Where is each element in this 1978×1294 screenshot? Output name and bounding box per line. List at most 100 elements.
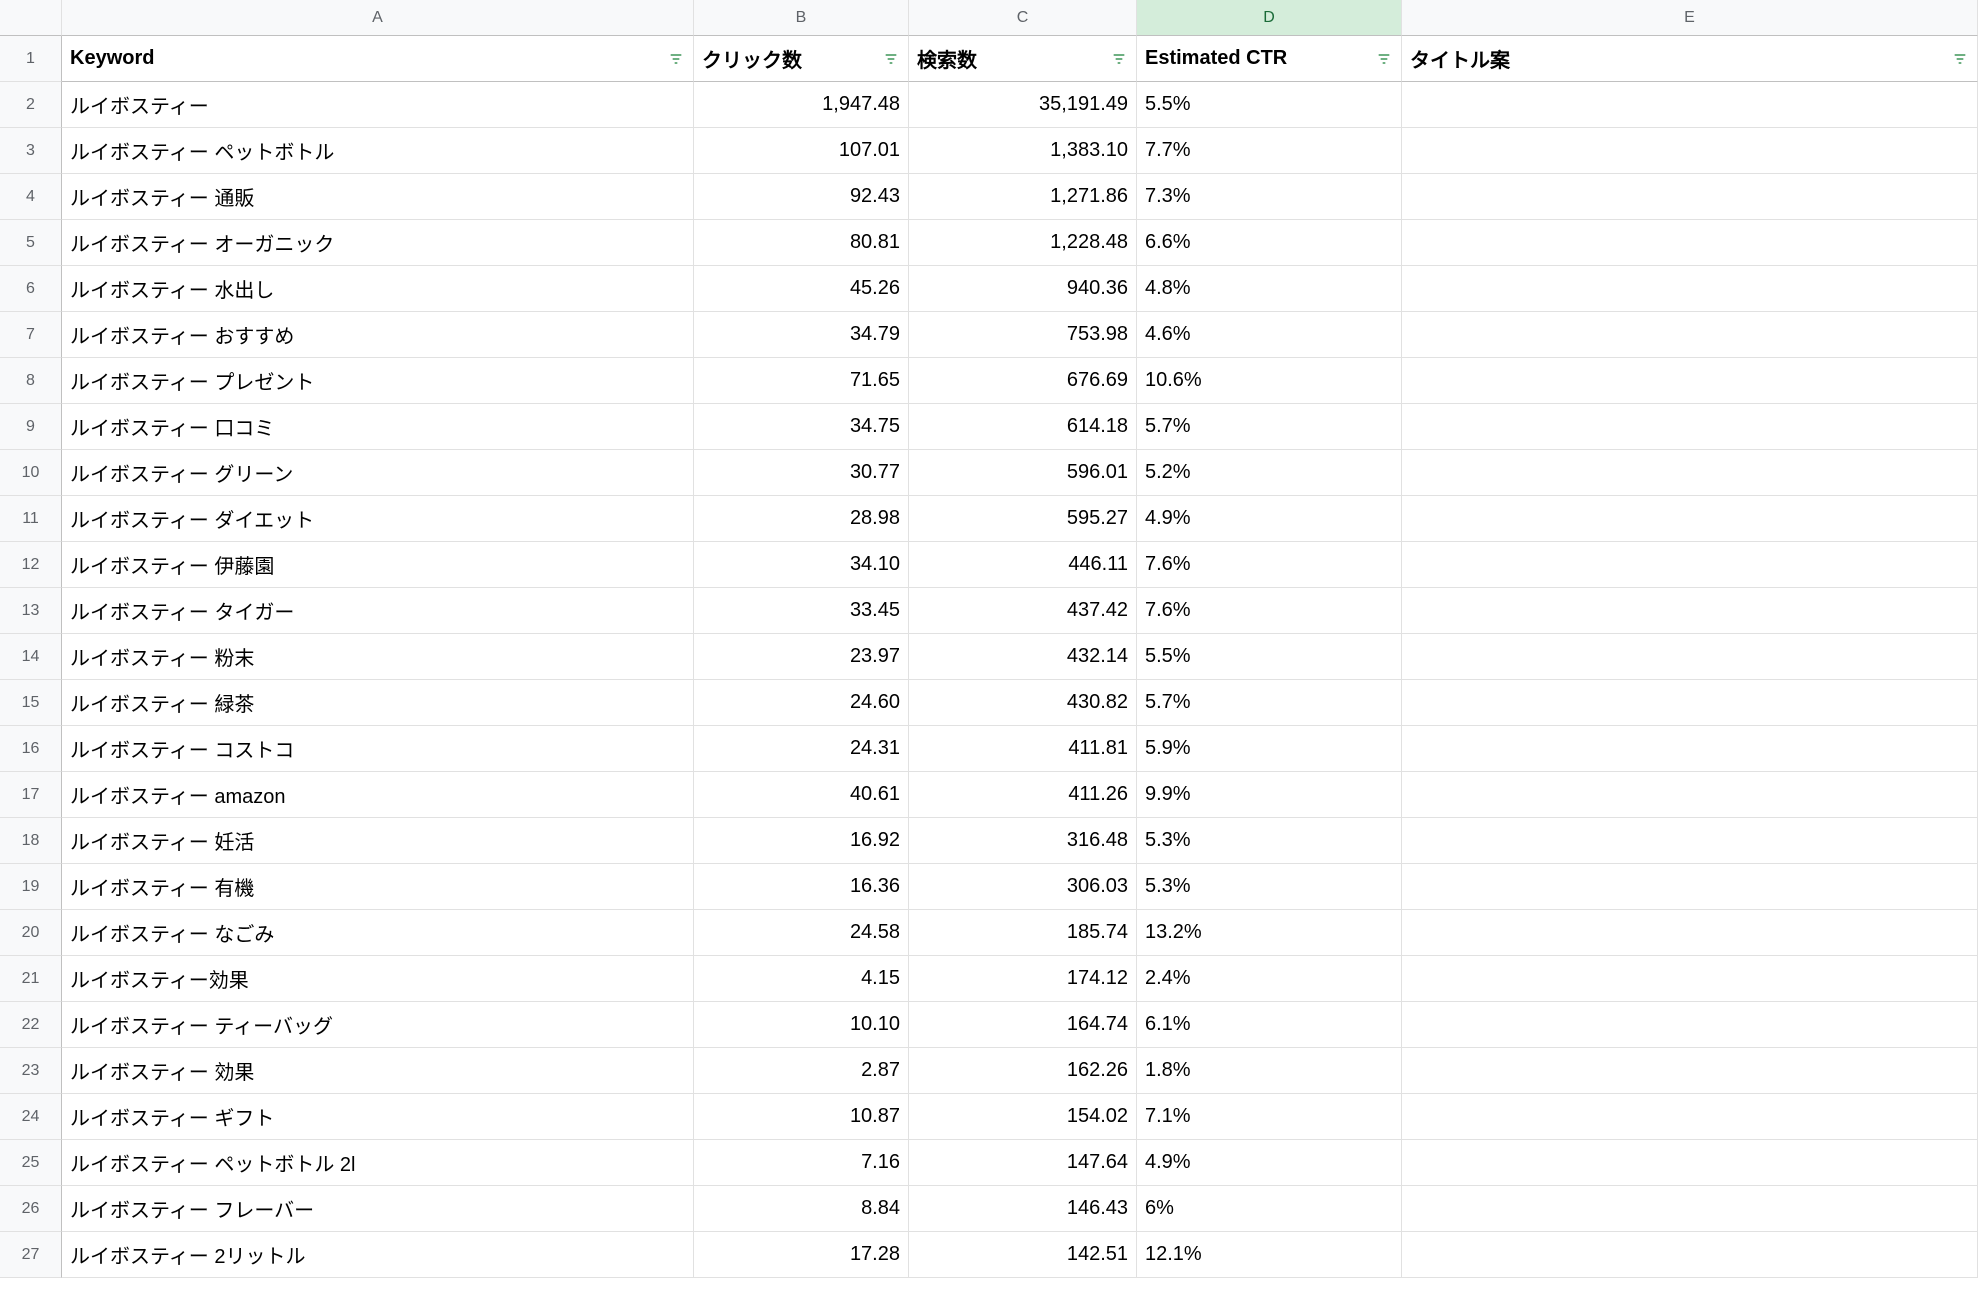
cell-searches[interactable]: 174.12 <box>909 956 1137 1002</box>
cell-title[interactable] <box>1402 910 1978 956</box>
cell-clicks[interactable]: 33.45 <box>694 588 909 634</box>
cell-keyword[interactable]: ルイボスティー 有機 <box>62 864 694 910</box>
cell-clicks[interactable]: 24.60 <box>694 680 909 726</box>
cell-searches[interactable]: 596.01 <box>909 450 1137 496</box>
cell-searches[interactable]: 147.64 <box>909 1140 1137 1186</box>
cell-ctr[interactable]: 6.1% <box>1137 1002 1402 1048</box>
cell-ctr[interactable]: 7.3% <box>1137 174 1402 220</box>
cell-title[interactable] <box>1402 1048 1978 1094</box>
cell-title[interactable] <box>1402 1002 1978 1048</box>
cell-clicks[interactable]: 34.75 <box>694 404 909 450</box>
cell-searches[interactable]: 162.26 <box>909 1048 1137 1094</box>
cell-keyword[interactable]: ルイボスティー ペットボトル <box>62 128 694 174</box>
row-header[interactable]: 25 <box>0 1140 62 1186</box>
cell-searches[interactable]: 595.27 <box>909 496 1137 542</box>
row-header[interactable]: 27 <box>0 1232 62 1278</box>
cell-searches[interactable]: 146.43 <box>909 1186 1137 1232</box>
cell-clicks[interactable]: 80.81 <box>694 220 909 266</box>
filter-icon[interactable] <box>1949 48 1971 70</box>
filter-icon[interactable] <box>880 48 902 70</box>
cell-ctr[interactable]: 12.1% <box>1137 1232 1402 1278</box>
row-header[interactable]: 22 <box>0 1002 62 1048</box>
row-header[interactable]: 3 <box>0 128 62 174</box>
row-header[interactable]: 11 <box>0 496 62 542</box>
cell-title[interactable] <box>1402 404 1978 450</box>
header-cell-title[interactable]: タイトル案 <box>1402 36 1978 82</box>
header-cell-ctr[interactable]: Estimated CTR <box>1137 36 1402 82</box>
row-header[interactable]: 17 <box>0 772 62 818</box>
filter-icon[interactable] <box>1108 48 1130 70</box>
cell-clicks[interactable]: 24.31 <box>694 726 909 772</box>
cell-title[interactable] <box>1402 266 1978 312</box>
cell-ctr[interactable]: 9.9% <box>1137 772 1402 818</box>
cell-keyword[interactable]: ルイボスティー 効果 <box>62 1048 694 1094</box>
filter-icon[interactable] <box>1373 48 1395 70</box>
row-header[interactable]: 24 <box>0 1094 62 1140</box>
select-all-corner[interactable] <box>0 0 62 36</box>
cell-searches[interactable]: 1,228.48 <box>909 220 1137 266</box>
cell-ctr[interactable]: 5.9% <box>1137 726 1402 772</box>
cell-keyword[interactable]: ルイボスティー ギフト <box>62 1094 694 1140</box>
cell-clicks[interactable]: 34.10 <box>694 542 909 588</box>
cell-ctr[interactable]: 7.6% <box>1137 542 1402 588</box>
cell-searches[interactable]: 753.98 <box>909 312 1137 358</box>
cell-clicks[interactable]: 10.10 <box>694 1002 909 1048</box>
cell-searches[interactable]: 306.03 <box>909 864 1137 910</box>
cell-searches[interactable]: 940.36 <box>909 266 1137 312</box>
cell-keyword[interactable]: ルイボスティー タイガー <box>62 588 694 634</box>
cell-keyword[interactable]: ルイボスティー 伊藤園 <box>62 542 694 588</box>
cell-keyword[interactable]: ルイボスティー 通販 <box>62 174 694 220</box>
cell-title[interactable] <box>1402 956 1978 1002</box>
cell-title[interactable] <box>1402 726 1978 772</box>
cell-title[interactable] <box>1402 128 1978 174</box>
cell-ctr[interactable]: 5.7% <box>1137 404 1402 450</box>
cell-clicks[interactable]: 92.43 <box>694 174 909 220</box>
cell-clicks[interactable]: 4.15 <box>694 956 909 1002</box>
filter-icon[interactable] <box>665 48 687 70</box>
cell-clicks[interactable]: 107.01 <box>694 128 909 174</box>
cell-keyword[interactable]: ルイボスティー プレゼント <box>62 358 694 404</box>
cell-title[interactable] <box>1402 82 1978 128</box>
cell-searches[interactable]: 164.74 <box>909 1002 1137 1048</box>
header-cell-searches[interactable]: 検索数 <box>909 36 1137 82</box>
cell-ctr[interactable]: 5.7% <box>1137 680 1402 726</box>
cell-title[interactable] <box>1402 174 1978 220</box>
cell-clicks[interactable]: 34.79 <box>694 312 909 358</box>
cell-searches[interactable]: 411.81 <box>909 726 1137 772</box>
cell-keyword[interactable]: ルイボスティー おすすめ <box>62 312 694 358</box>
cell-clicks[interactable]: 1,947.48 <box>694 82 909 128</box>
cell-ctr[interactable]: 4.9% <box>1137 496 1402 542</box>
cell-keyword[interactable]: ルイボスティー ティーバッグ <box>62 1002 694 1048</box>
cell-ctr[interactable]: 5.5% <box>1137 634 1402 680</box>
row-header[interactable]: 20 <box>0 910 62 956</box>
cell-title[interactable] <box>1402 772 1978 818</box>
row-header[interactable]: 26 <box>0 1186 62 1232</box>
cell-clicks[interactable]: 24.58 <box>694 910 909 956</box>
cell-searches[interactable]: 316.48 <box>909 818 1137 864</box>
column-header-C[interactable]: C <box>909 0 1137 36</box>
cell-searches[interactable]: 185.74 <box>909 910 1137 956</box>
cell-title[interactable] <box>1402 450 1978 496</box>
cell-ctr[interactable]: 5.3% <box>1137 864 1402 910</box>
column-header-B[interactable]: B <box>694 0 909 36</box>
cell-searches[interactable]: 437.42 <box>909 588 1137 634</box>
cell-ctr[interactable]: 7.7% <box>1137 128 1402 174</box>
row-header[interactable]: 19 <box>0 864 62 910</box>
cell-clicks[interactable]: 2.87 <box>694 1048 909 1094</box>
cell-searches[interactable]: 1,383.10 <box>909 128 1137 174</box>
cell-ctr[interactable]: 10.6% <box>1137 358 1402 404</box>
row-header[interactable]: 21 <box>0 956 62 1002</box>
cell-clicks[interactable]: 30.77 <box>694 450 909 496</box>
cell-keyword[interactable]: ルイボスティー amazon <box>62 772 694 818</box>
cell-searches[interactable]: 446.11 <box>909 542 1137 588</box>
cell-keyword[interactable]: ルイボスティー 2リットル <box>62 1232 694 1278</box>
header-cell-clicks[interactable]: クリック数 <box>694 36 909 82</box>
row-header[interactable]: 6 <box>0 266 62 312</box>
cell-keyword[interactable]: ルイボスティー ペットボトル 2l <box>62 1140 694 1186</box>
cell-title[interactable] <box>1402 1094 1978 1140</box>
cell-ctr[interactable]: 7.1% <box>1137 1094 1402 1140</box>
cell-clicks[interactable]: 71.65 <box>694 358 909 404</box>
row-header[interactable]: 14 <box>0 634 62 680</box>
cell-clicks[interactable]: 40.61 <box>694 772 909 818</box>
row-header[interactable]: 5 <box>0 220 62 266</box>
